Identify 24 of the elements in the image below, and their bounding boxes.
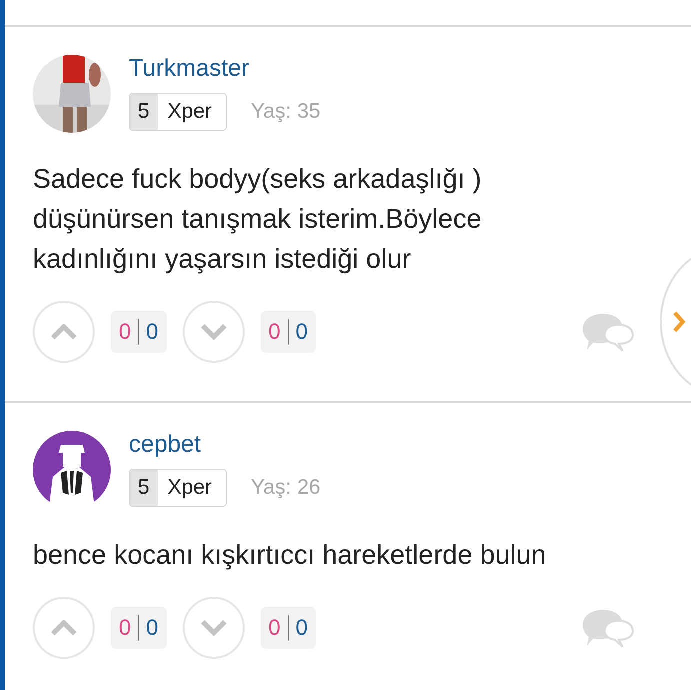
chevron-down-icon (200, 324, 228, 340)
username-link[interactable]: cepbet (129, 431, 321, 459)
count-value: 0 (296, 615, 308, 641)
count-value: 0 (268, 319, 281, 345)
chevron-up-icon (50, 620, 78, 636)
xper-level: 5 (130, 94, 158, 130)
comment-text: bence kocanı kışkırtıccı hareketlerde bulun (33, 539, 548, 572)
chevron-up-icon (50, 324, 78, 340)
xper-level: 5 (130, 470, 158, 506)
count-value: 0 (146, 319, 158, 345)
age-label: Yaş: 35 (251, 100, 321, 124)
count-value: 0 (146, 615, 158, 641)
username-link[interactable]: Turkmaster (129, 55, 321, 83)
xper-label: Xper (158, 470, 226, 506)
count-value: 0 (268, 615, 281, 641)
xper-label: Xper (158, 94, 226, 130)
count-value: 0 (119, 615, 132, 641)
chevron-right-icon (672, 310, 686, 334)
age-label: Yaş: 26 (251, 476, 321, 500)
avatar-icon (33, 431, 111, 509)
count-value: 0 (119, 319, 132, 345)
comment-text: Sadece fuck bodyy(seks arkadaşlığı ) düşünürsen tanışmak isterim.Böylece kadınlığını yaşarsın istediği olur (33, 163, 483, 276)
count-value: 0 (296, 319, 308, 345)
chevron-down-icon (200, 620, 228, 636)
